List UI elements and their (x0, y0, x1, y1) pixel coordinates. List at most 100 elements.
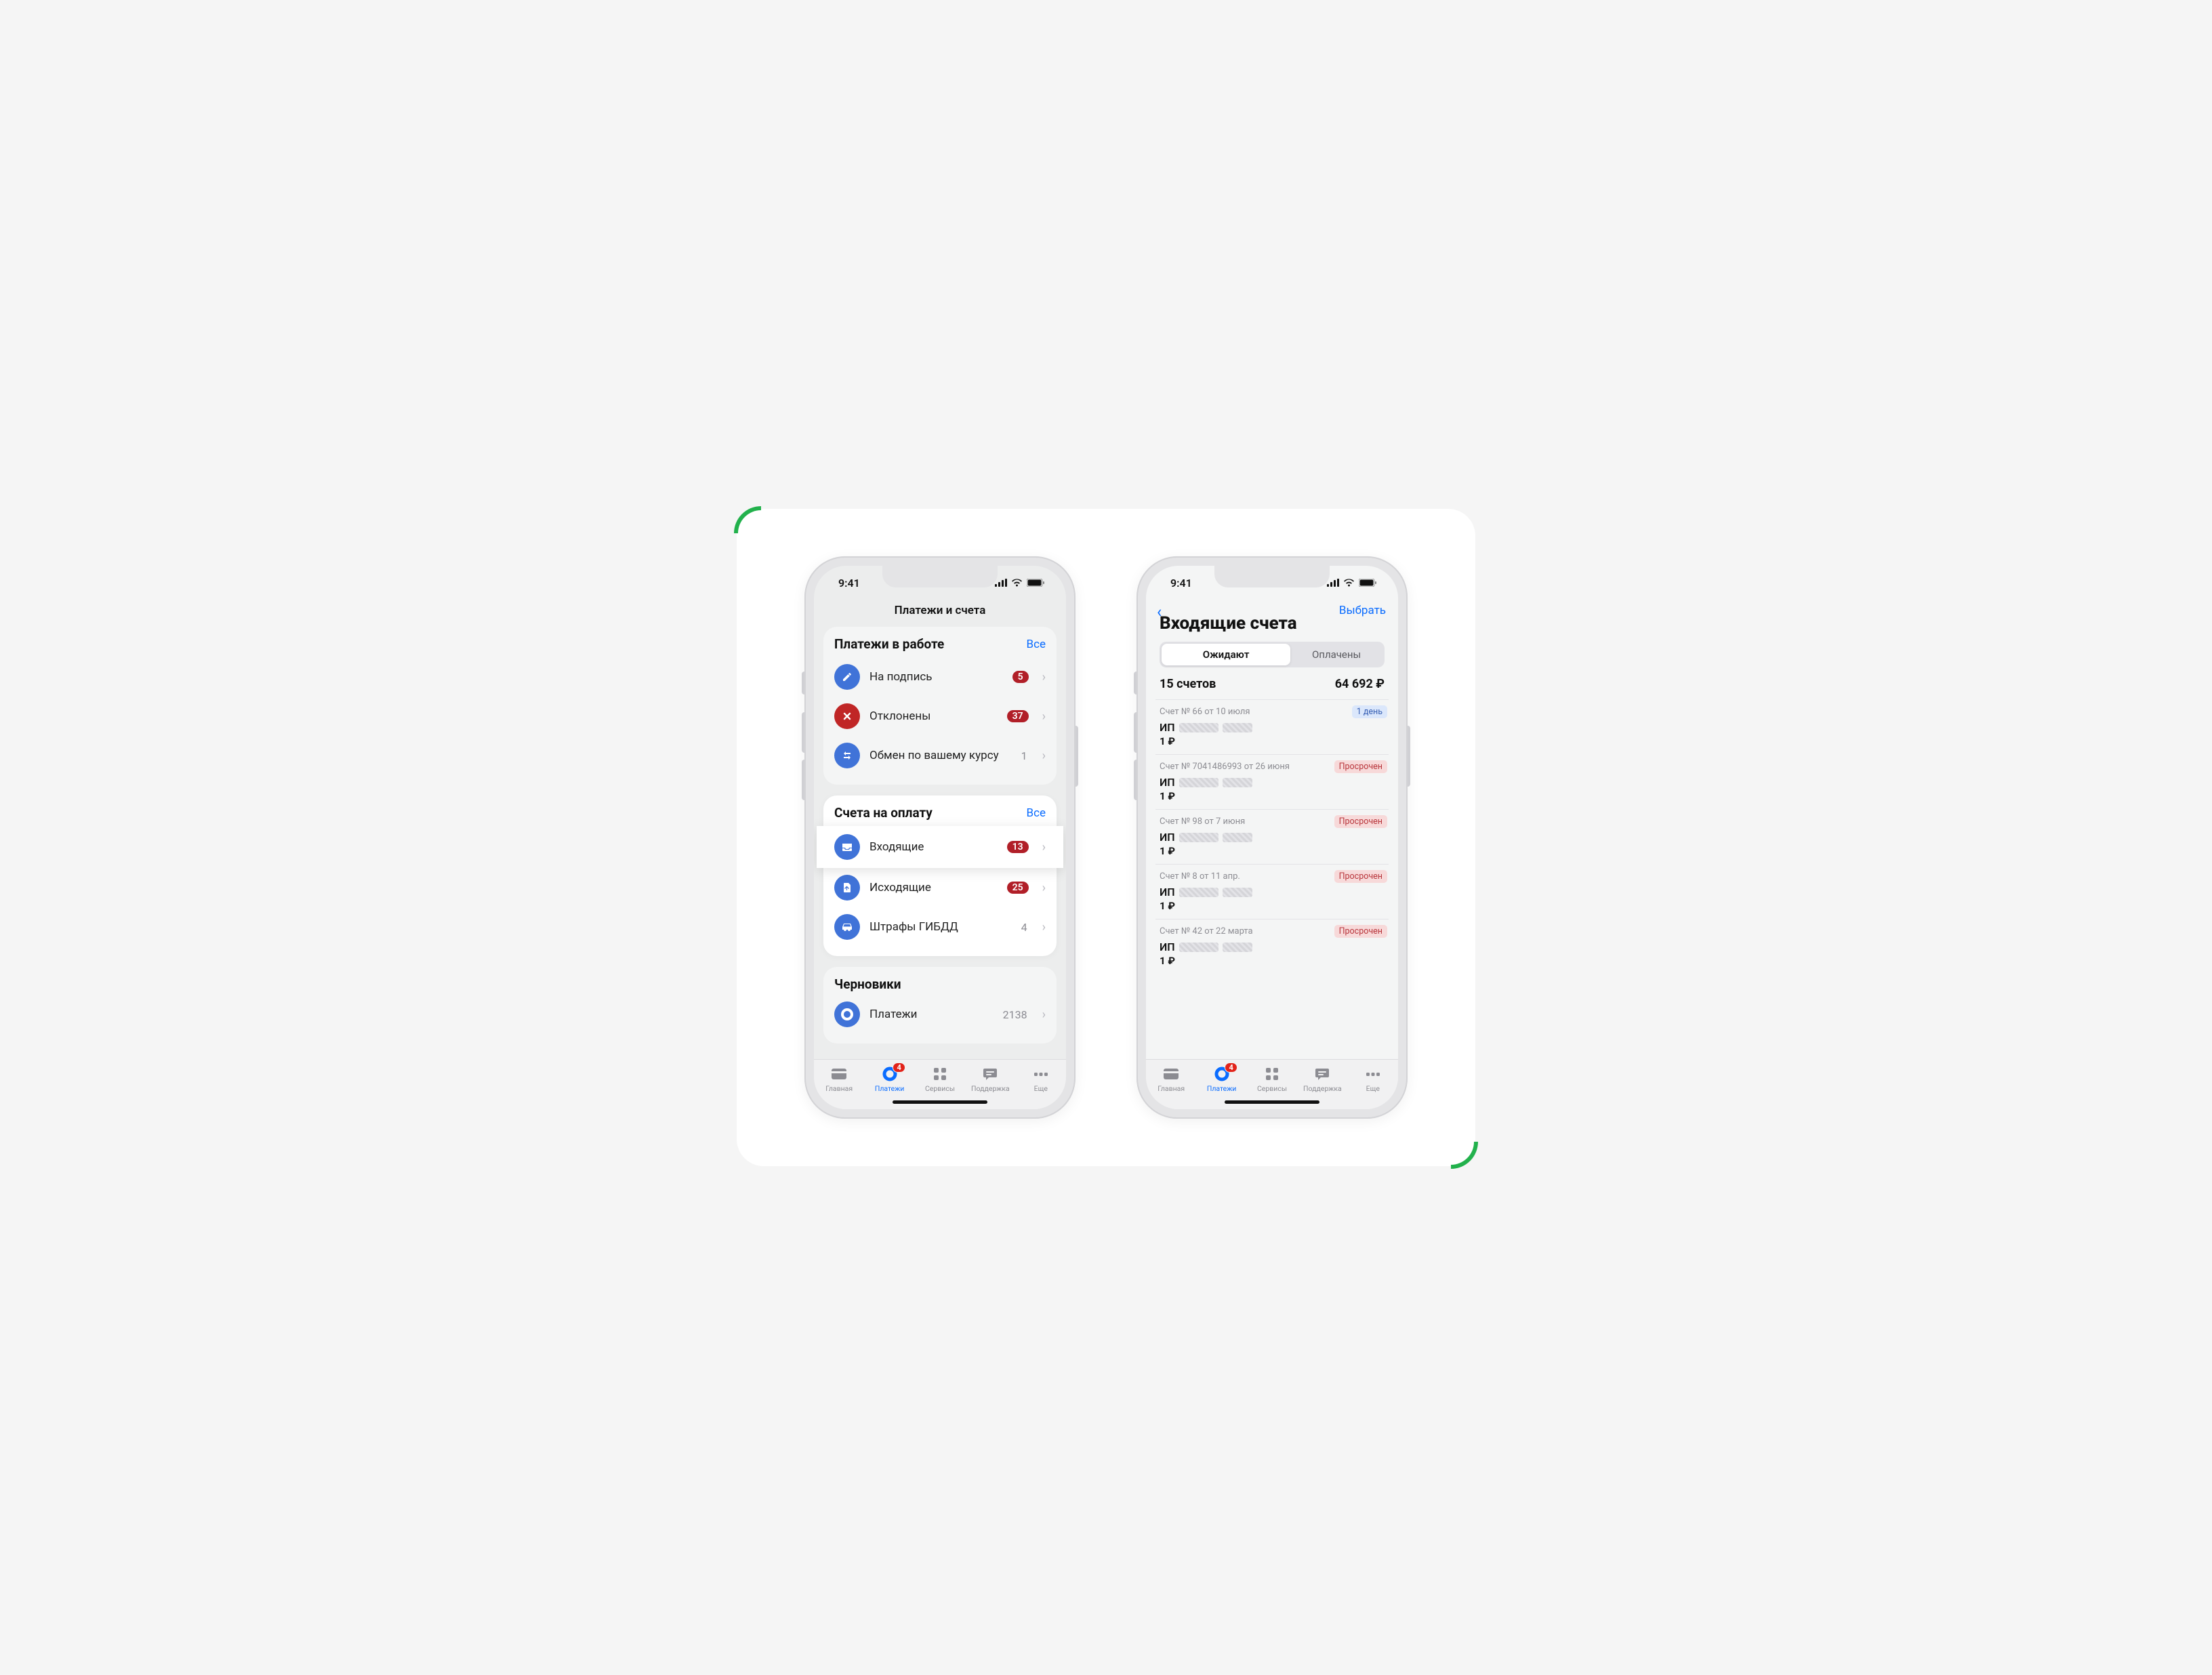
tab-services[interactable]: Сервисы (915, 1065, 965, 1093)
page-title: Платежи и счета (895, 604, 986, 617)
tab-label: Главная (1158, 1084, 1185, 1093)
row-outgoing[interactable]: Исходящие 25 › (834, 868, 1046, 907)
card-title: Черновики (834, 976, 901, 992)
row-label: Штрафы ГИБДД (869, 920, 1012, 934)
invoice-item[interactable]: Счет № 8 от 11 апр. Просрочен ИП 1 ₽ (1155, 864, 1389, 919)
count-text: 1 (1021, 749, 1027, 762)
invoice-payer: ИП (1160, 721, 1385, 734)
circle-icon (834, 1001, 860, 1027)
row-to-sign[interactable]: На подпись 5 › (834, 657, 1046, 697)
invoice-amount: 1 ₽ (1160, 845, 1385, 857)
status-icons (995, 579, 1044, 587)
chevron-right-icon: › (1042, 1008, 1046, 1022)
redacted-text (1223, 943, 1252, 952)
tab-payments[interactable]: 4 Платежи (864, 1065, 914, 1093)
tab-label: Платежи (1207, 1084, 1237, 1093)
tab-more[interactable]: Еще (1016, 1065, 1066, 1093)
inbox-icon (834, 834, 860, 860)
page-title: Входящие счета (1155, 613, 1389, 642)
card-title: Счета на оплату (834, 805, 933, 821)
exchange-icon (834, 743, 860, 768)
row-declined[interactable]: Отклонены 37 › (834, 697, 1046, 736)
notch (882, 566, 998, 587)
chevron-right-icon: › (1042, 920, 1046, 934)
link-all-work[interactable]: Все (1026, 638, 1046, 651)
count-text: 2138 (1003, 1008, 1027, 1021)
chevron-right-icon: › (1042, 749, 1046, 763)
back-button[interactable]: ‹ (1157, 602, 1162, 621)
row-label: Входящие (869, 840, 998, 854)
home-indicator[interactable] (1225, 1100, 1319, 1104)
row-label: Исходящие (869, 881, 998, 894)
phone-left: 9:41 Платежи и счета Платежи в работе Вс… (804, 556, 1076, 1119)
grid-icon (1263, 1065, 1281, 1083)
invoice-payer: ИП (1160, 831, 1385, 844)
tab-badge: 4 (1225, 1062, 1237, 1073)
count-badge: 5 (1012, 671, 1029, 683)
tab-home[interactable]: Главная (1146, 1065, 1196, 1093)
row-fines[interactable]: Штрафы ГИБДД 4 › (834, 907, 1046, 947)
summary-count: 15 счетов (1160, 677, 1216, 691)
status-badge: Просрочен (1334, 870, 1387, 883)
invoice-meta: Счет № 66 от 10 июля (1160, 707, 1385, 717)
card-drafts: Черновики Платежи 2138 › (823, 967, 1057, 1043)
count-badge: 25 (1007, 882, 1029, 894)
row-exchange[interactable]: Обмен по вашему курсу 1 › (834, 736, 1046, 775)
tab-more[interactable]: Еще (1348, 1065, 1398, 1093)
select-button[interactable]: Выбрать (1339, 604, 1386, 617)
home-indicator[interactable] (893, 1100, 987, 1104)
tab-support[interactable]: Поддержка (1297, 1065, 1347, 1093)
dots-icon (1364, 1065, 1382, 1083)
card-title: Платежи в работе (834, 636, 944, 652)
row-label: Платежи (869, 1008, 994, 1021)
dots-icon (1032, 1065, 1050, 1083)
redacted-text (1179, 833, 1218, 842)
status-icons (1327, 579, 1376, 587)
content-area[interactable]: Входящие счета Ожидают Оплачены 15 счето… (1146, 613, 1398, 1059)
notch (1214, 566, 1330, 587)
chevron-right-icon: › (1042, 881, 1046, 895)
screen-payments: 9:41 Платежи и счета Платежи в работе Вс… (814, 566, 1066, 1109)
status-time: 9:41 (838, 577, 860, 590)
tab-label: Главная (825, 1084, 853, 1093)
tab-label: Поддержка (971, 1084, 1010, 1093)
summary-row: 15 счетов 64 692 ₽ (1155, 677, 1389, 699)
invoice-amount: 1 ₽ (1160, 790, 1385, 802)
invoice-item[interactable]: Счет № 66 от 10 июля 1 день ИП 1 ₽ (1155, 699, 1389, 754)
status-badge: Просрочен (1334, 815, 1387, 828)
tab-home[interactable]: Главная (814, 1065, 864, 1093)
cellular-icon (995, 579, 1007, 587)
link-all-bills[interactable]: Все (1026, 806, 1046, 820)
invoice-payer: ИП (1160, 776, 1385, 789)
wifi-icon (1343, 579, 1355, 587)
phone-right: 9:41 ‹ Выбрать Входящие счета Ожидают Оп… (1136, 556, 1408, 1119)
redacted-text (1223, 778, 1252, 787)
card-icon (830, 1065, 848, 1083)
redacted-text (1179, 723, 1218, 732)
summary-total: 64 692 ₽ (1335, 677, 1385, 691)
card-payments-work: Платежи в работе Все На подпись 5 › (823, 627, 1057, 785)
tab-bar: Главная 4 Платежи Сервисы Поддержка (814, 1059, 1066, 1109)
seg-pending[interactable]: Ожидают (1162, 644, 1290, 665)
redacted-text (1223, 888, 1252, 897)
row-label: Обмен по вашему курсу (869, 749, 1012, 762)
invoice-item[interactable]: Счет № 98 от 7 июня Просрочен ИП 1 ₽ (1155, 809, 1389, 864)
content-area[interactable]: Платежи в работе Все На подпись 5 › (814, 627, 1066, 1059)
row-incoming[interactable]: Входящие 13 › (817, 826, 1063, 868)
screen-incoming: 9:41 ‹ Выбрать Входящие счета Ожидают Оп… (1146, 566, 1398, 1109)
invoice-item[interactable]: Счет № 42 от 22 марта Просрочен ИП 1 ₽ (1155, 919, 1389, 974)
status-badge: 1 день (1352, 705, 1387, 718)
tab-payments[interactable]: 4 Платежи (1196, 1065, 1246, 1093)
row-draft-payments[interactable]: Платежи 2138 › (834, 995, 1046, 1034)
chat-icon (1313, 1065, 1331, 1083)
tab-support[interactable]: Поддержка (965, 1065, 1015, 1093)
tab-label: Платежи (875, 1084, 905, 1093)
invoice-payer: ИП (1160, 940, 1385, 953)
invoice-item[interactable]: Счет № 7041486993 от 26 июня Просрочен И… (1155, 754, 1389, 809)
tab-services[interactable]: Сервисы (1247, 1065, 1297, 1093)
wifi-icon (1011, 579, 1023, 587)
card-bills: Счета на оплату Все Входящие 13 › (823, 795, 1057, 956)
grid-icon (931, 1065, 949, 1083)
seg-paid[interactable]: Оплачены (1290, 644, 1382, 665)
redacted-text (1223, 723, 1252, 732)
